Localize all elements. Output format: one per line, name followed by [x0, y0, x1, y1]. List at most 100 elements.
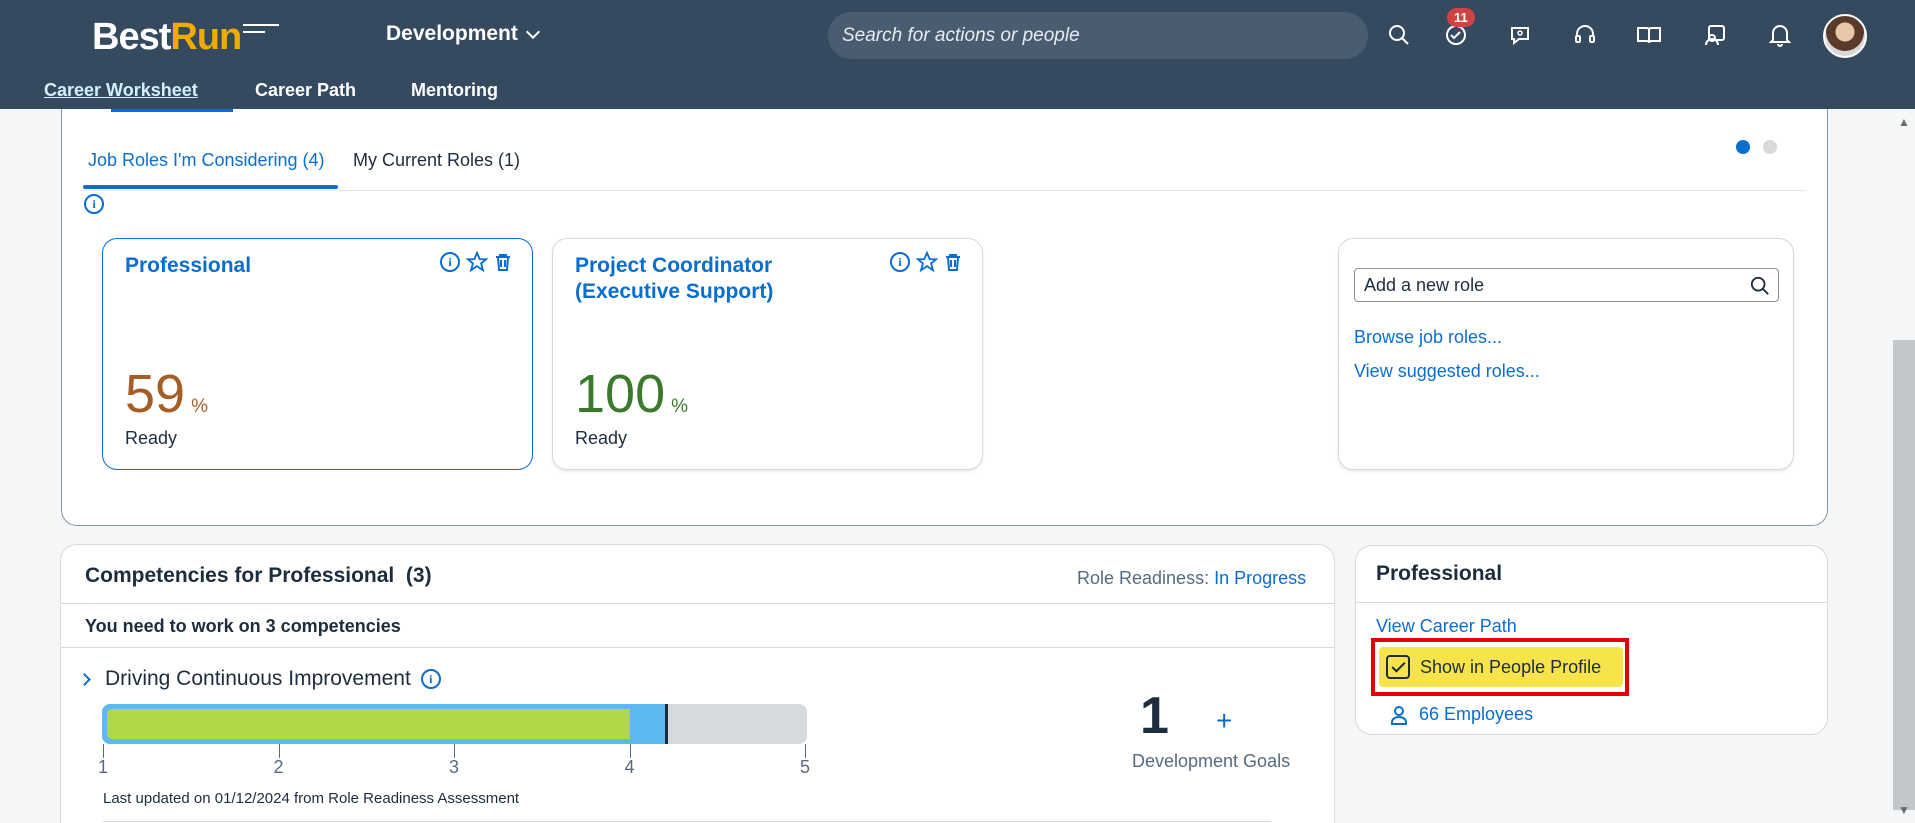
search-icon[interactable]: [1384, 20, 1414, 50]
readiness-percent-value: 100: [575, 364, 666, 424]
development-goals-count[interactable]: 1: [1140, 690, 1169, 742]
readiness-percent: 59 %: [125, 367, 208, 421]
competencies-need-text: You need to work on 3 competencies: [85, 616, 401, 636]
role-card-title[interactable]: Professional: [125, 253, 251, 279]
readiness-status: Ready: [125, 428, 178, 448]
role-readiness-value[interactable]: In Progress: [1214, 568, 1306, 588]
competency-row[interactable]: Driving Continuous Improvement i: [78, 667, 441, 691]
divider: [103, 821, 1271, 822]
employees-count: 66 Employees: [1419, 704, 1534, 724]
nav-mentoring[interactable]: Mentoring: [411, 80, 498, 101]
competencies-title: Competencies for Professional (3): [85, 564, 432, 588]
learning-icon[interactable]: [1634, 20, 1664, 50]
notification-badge: 11: [1447, 8, 1475, 27]
divider: [61, 603, 1334, 604]
readiness-percent-value: 59: [125, 364, 186, 424]
browse-job-roles-link[interactable]: Browse job roles...: [1354, 327, 1502, 348]
carousel-dot-active[interactable]: [1736, 140, 1750, 154]
scale-tick: [103, 744, 104, 758]
checkmark-icon: [1390, 658, 1406, 673]
scale-tick-label: 2: [273, 757, 284, 777]
scale-tick-label: 4: [624, 757, 635, 777]
avatar[interactable]: [1823, 14, 1867, 58]
bell-icon[interactable]: [1765, 20, 1795, 50]
role-card-professional[interactable]: Professional i 59 % Ready: [103, 239, 532, 469]
role-card-project-coordinator[interactable]: Project Coordinator (Executive Support) …: [553, 239, 982, 469]
people-assist-icon[interactable]: [1700, 20, 1730, 50]
search-placeholder: Search for actions or people: [842, 24, 1080, 46]
tab-my-current-roles[interactable]: My Current Roles (1): [353, 150, 520, 171]
readiness-percent-unit: %: [191, 396, 208, 417]
headset-icon[interactable]: [1570, 20, 1600, 50]
role-readiness: Role Readiness: In Progress: [1077, 568, 1306, 589]
logo-run-text: Run: [170, 15, 242, 58]
chevron-down-icon: [525, 24, 540, 39]
last-updated-text: Last updated on 01/12/2024 from Role Rea…: [103, 790, 520, 807]
carousel-pagination: [1736, 140, 1777, 154]
chevron-right-icon[interactable]: [78, 672, 91, 686]
scroll-down-arrow-icon[interactable]: ▼: [1898, 803, 1910, 817]
show-in-people-profile-checkbox[interactable]: Show in People Profile: [1379, 647, 1623, 687]
active-tab-underline: [83, 185, 338, 189]
delete-icon[interactable]: [944, 252, 962, 272]
partial-tab-indicator: [111, 109, 233, 112]
development-goals-label: Development Goals: [1132, 751, 1291, 771]
scrollbar-thumb[interactable]: [1893, 340, 1915, 810]
add-role-card: Add a new role Browse job roles... View …: [1339, 239, 1793, 469]
role-readiness-label: Role Readiness:: [1077, 568, 1210, 588]
readiness-percent: 100 %: [575, 367, 688, 421]
scroll-up-arrow-icon[interactable]: ▲: [1898, 115, 1910, 129]
delete-icon[interactable]: [494, 252, 512, 272]
scale-tick: [278, 744, 280, 758]
search-input[interactable]: Search for actions or people: [828, 12, 1368, 59]
employees-link[interactable]: 66 Employees: [1389, 704, 1533, 725]
person-icon: [1391, 705, 1407, 725]
readiness-status: Ready: [575, 428, 628, 448]
nav-career-path[interactable]: Career Path: [255, 80, 356, 101]
logo-lines-icon: [243, 23, 280, 33]
rating-marker: [664, 704, 668, 744]
side-panel-title: Professional: [1376, 562, 1503, 585]
info-icon[interactable]: i: [84, 194, 104, 214]
info-icon[interactable]: i: [440, 252, 460, 272]
self-rating-bar: [107, 709, 630, 739]
star-icon[interactable]: [916, 251, 938, 273]
scale-tick-label: 3: [448, 757, 459, 777]
star-icon[interactable]: [466, 251, 488, 273]
add-goal-button[interactable]: +: [1216, 705, 1232, 737]
competencies-title-text: Competencies for Professional: [85, 564, 395, 587]
shell-bar: BestRun Development Search for actions o…: [0, 0, 1915, 109]
add-role-placeholder: Add a new role: [1364, 274, 1485, 295]
task-check-icon[interactable]: 11: [1441, 8, 1475, 50]
product-title: Development: [386, 22, 518, 45]
scale-tick-label: 1: [97, 757, 108, 777]
tabs-divider: [83, 190, 1805, 191]
divider: [61, 647, 1334, 648]
info-icon[interactable]: i: [890, 252, 910, 272]
add-role-input[interactable]: Add a new role: [1354, 268, 1779, 302]
role-card-actions: i: [440, 251, 512, 273]
logo-best-text: Best: [92, 15, 171, 58]
divider: [1356, 602, 1827, 603]
bestrun-logo[interactable]: BestRun: [92, 12, 280, 62]
competencies-count: (3): [405, 564, 432, 587]
scale-tick: [805, 744, 806, 758]
view-career-path-link[interactable]: View Career Path: [1376, 616, 1517, 637]
scale-tick-label: 5: [799, 757, 810, 777]
checkbox[interactable]: [1386, 655, 1410, 679]
competency-name: Driving Continuous Improvement: [105, 667, 411, 690]
chat-icon[interactable]: [1505, 20, 1535, 50]
role-card-title[interactable]: Project Coordinator (Executive Support): [575, 253, 855, 305]
scale-tick: [629, 744, 631, 758]
scale-tick: [454, 744, 455, 758]
tab-job-roles-considering[interactable]: Job Roles I'm Considering (4): [88, 150, 325, 171]
product-switcher[interactable]: Development: [386, 22, 540, 46]
view-suggested-roles-link[interactable]: View suggested roles...: [1354, 361, 1540, 382]
nav-career-worksheet[interactable]: Career Worksheet: [44, 80, 198, 101]
info-icon[interactable]: i: [420, 669, 441, 689]
checkbox-label: Show in People Profile: [1420, 656, 1602, 677]
role-card-actions: i: [890, 251, 962, 273]
readiness-percent-unit: %: [671, 396, 689, 417]
carousel-dot[interactable]: [1763, 140, 1777, 154]
search-icon[interactable]: [1750, 276, 1770, 296]
